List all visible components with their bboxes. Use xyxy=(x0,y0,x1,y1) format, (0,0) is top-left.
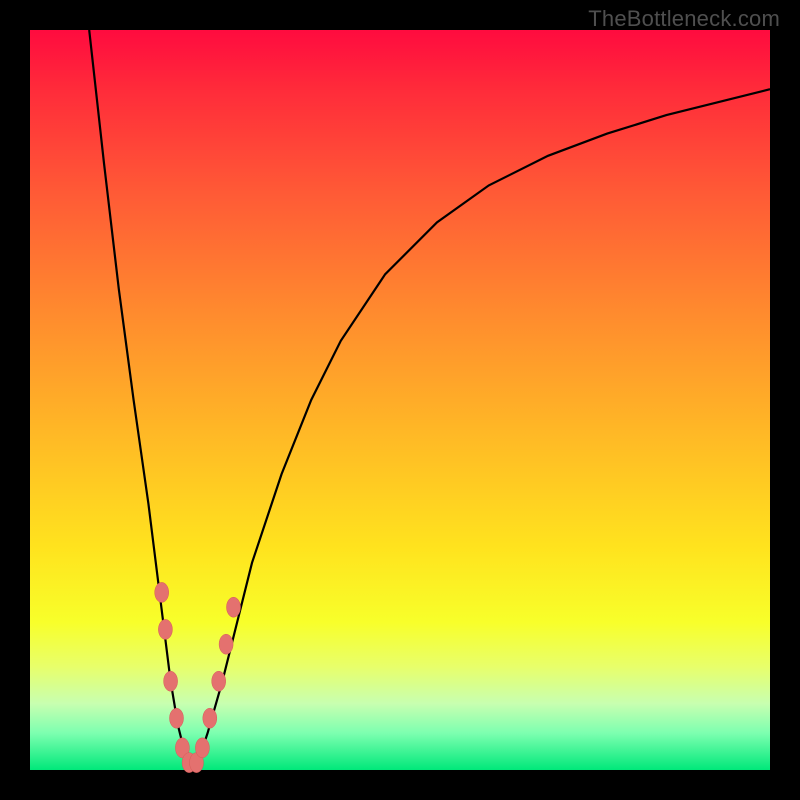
bottleneck-curve xyxy=(89,30,770,770)
plot-area xyxy=(30,30,770,770)
curve-marker xyxy=(219,634,233,654)
curve-marker xyxy=(195,738,209,758)
curve-marker xyxy=(212,671,226,691)
watermark-text: TheBottleneck.com xyxy=(588,6,780,32)
curve-marker xyxy=(164,671,178,691)
markers-group xyxy=(155,582,241,772)
chart-frame: TheBottleneck.com xyxy=(0,0,800,800)
curve-marker xyxy=(158,619,172,639)
curve-layer xyxy=(30,30,770,770)
curve-marker xyxy=(170,708,184,728)
curve-marker xyxy=(227,597,241,617)
curve-marker xyxy=(155,582,169,602)
curve-marker xyxy=(203,708,217,728)
